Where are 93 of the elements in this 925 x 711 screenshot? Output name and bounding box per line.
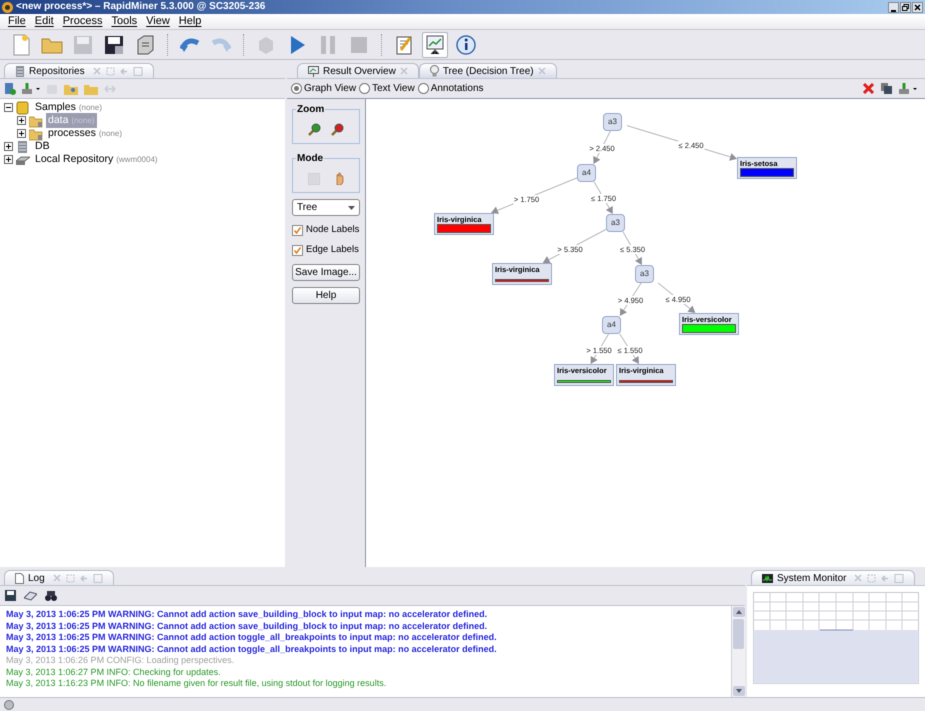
panel-controls-icon bbox=[52, 574, 103, 582]
log-line: May 3, 2013 1:06:26 PM CONFIG: Loading perspectives. bbox=[6, 655, 236, 666]
log-line: May 3, 2013 1:16:23 PM INFO: No filename given for result file, using stdout for logging results. bbox=[6, 678, 388, 690]
info-icon bbox=[455, 34, 477, 56]
log-line: May 3, 2013 1:06:25 PM WARNING: Cannot add action toggle_all_breakpoints to input map: no accelerator defined. bbox=[6, 644, 498, 655]
restore-icon bbox=[902, 4, 909, 10]
tree-node: a4 bbox=[577, 164, 596, 182]
expand-toggle-icon[interactable] bbox=[17, 129, 26, 138]
tree-node: a3 bbox=[606, 214, 625, 232]
jar-icon bbox=[16, 100, 30, 114]
dialog-button[interactable]: Help bbox=[292, 286, 360, 304]
layout-dropdown[interactable]: Tree bbox=[292, 199, 360, 216]
lightbulb-icon bbox=[430, 65, 439, 77]
toolbar-button[interactable] bbox=[422, 32, 448, 58]
save-icon[interactable] bbox=[5, 590, 16, 601]
dialog-button[interactable]: Save Image... bbox=[292, 264, 360, 280]
expand-toggle-icon[interactable] bbox=[4, 155, 13, 164]
folder-icon bbox=[29, 114, 43, 128]
add-repository-icon[interactable] bbox=[4, 82, 16, 94]
dropdown-caret-icon bbox=[348, 206, 355, 210]
import-icon[interactable] bbox=[22, 82, 40, 94]
log-line: May 3, 2013 1:06:25 PM WARNING: Cannot add action toggle_all_breakpoints to input map: no accelerator defined. bbox=[6, 632, 498, 644]
scrollbar[interactable] bbox=[731, 606, 745, 697]
menu-item[interactable]: File bbox=[8, 16, 26, 27]
minimize-icon bbox=[891, 10, 896, 12]
zoom-in-icon[interactable] bbox=[308, 123, 321, 136]
edge-arrow bbox=[590, 334, 610, 364]
panel-tab[interactable]: Result Overview bbox=[297, 63, 419, 78]
delete-icon[interactable] bbox=[863, 83, 874, 94]
expand-toggle-icon[interactable] bbox=[4, 103, 13, 112]
tree-item[interactable]: Local Repository (wwm0004) bbox=[33, 152, 160, 168]
folder-icon bbox=[29, 126, 43, 140]
binoculars-icon[interactable] bbox=[45, 590, 57, 600]
log-line: May 3, 2013 1:06:25 PM WARNING: Cannot add action save_building_block to input map: no accelerator defined. bbox=[6, 620, 488, 632]
tree-item[interactable]: Samples (none) bbox=[33, 100, 104, 116]
radio-button-icon[interactable] bbox=[291, 83, 302, 94]
panel-title: System Monitor bbox=[777, 572, 846, 586]
log-line: May 3, 2013 1:06:27 PM INFO: Checking for updates. bbox=[6, 666, 222, 678]
menu-item[interactable]: Process bbox=[62, 16, 102, 27]
close-button[interactable] bbox=[912, 2, 923, 12]
radio-button-icon[interactable] bbox=[359, 83, 370, 94]
copy-icon[interactable] bbox=[881, 83, 892, 94]
tree-node: a4 bbox=[602, 316, 621, 334]
tree-item[interactable]: DB bbox=[33, 138, 52, 154]
panel-controls-icon bbox=[854, 574, 904, 582]
restore-button[interactable] bbox=[900, 2, 911, 12]
hand-icon[interactable] bbox=[334, 172, 344, 185]
panel-tab[interactable]: Repositories bbox=[4, 63, 154, 78]
panel-controls-icon bbox=[92, 66, 143, 76]
menu-item[interactable]: Help bbox=[178, 16, 202, 27]
radio-option[interactable]: Text View bbox=[359, 81, 415, 96]
scroll-up-icon[interactable] bbox=[732, 607, 744, 617]
chart-board-icon bbox=[424, 34, 446, 56]
menu-item[interactable]: Tools bbox=[111, 16, 138, 27]
panel-tab[interactable]: Tree (Decision Tree) bbox=[418, 63, 557, 78]
checkbox-option[interactable]: Node Labels bbox=[292, 223, 360, 238]
checkbox-option[interactable]: Edge Labels bbox=[292, 243, 360, 258]
checkbox-icon[interactable] bbox=[292, 224, 303, 236]
floppy-icon bbox=[72, 34, 94, 56]
tree-node: a3 bbox=[603, 113, 622, 131]
checkbox-icon[interactable] bbox=[292, 244, 303, 256]
app-logo-icon bbox=[2, 2, 13, 12]
menu-item[interactable]: Edit bbox=[34, 16, 54, 27]
radio-option[interactable]: Graph View bbox=[291, 81, 356, 96]
expand-toggle-icon[interactable] bbox=[17, 116, 26, 125]
chart-board-icon bbox=[308, 66, 319, 76]
tree-item[interactable]: processes (none) bbox=[46, 126, 124, 142]
eraser-icon[interactable] bbox=[24, 590, 37, 600]
window-title: <new process*> – RapidMiner 5.3.000 @ SC3205-236 bbox=[16, 2, 266, 12]
panel-title: Log bbox=[28, 572, 45, 586]
monitor-icon bbox=[762, 574, 773, 582]
minimize-button[interactable] bbox=[888, 2, 899, 12]
database-icon bbox=[16, 140, 30, 154]
floppy-icon bbox=[103, 34, 125, 56]
panel-tab[interactable]: System Monitor bbox=[751, 570, 916, 585]
scroll-thumb[interactable] bbox=[733, 619, 744, 649]
scroll-down-icon[interactable] bbox=[732, 686, 744, 696]
document-icon bbox=[15, 572, 24, 584]
tree-node: a3 bbox=[635, 265, 654, 283]
panel-tab[interactable]: Log bbox=[4, 570, 114, 585]
close-icon bbox=[914, 4, 921, 10]
radio-option[interactable]: Annotations bbox=[418, 81, 484, 96]
edge-arrow bbox=[620, 282, 642, 316]
repository-icon bbox=[15, 66, 25, 76]
status-indicator-icon bbox=[4, 700, 14, 710]
export-icon[interactable] bbox=[899, 83, 917, 94]
zoom-out-icon[interactable] bbox=[331, 123, 344, 136]
panel-title: Repositories bbox=[29, 64, 85, 78]
folder-icon[interactable] bbox=[64, 82, 78, 94]
expand-toggle-icon[interactable] bbox=[4, 142, 13, 151]
menu-item[interactable]: View bbox=[146, 16, 170, 27]
radio-button-icon[interactable] bbox=[418, 83, 429, 94]
log-line: May 3, 2013 1:06:25 PM WARNING: Cannot add action save_building_block to input map: no accelerator defined. bbox=[6, 609, 488, 620]
